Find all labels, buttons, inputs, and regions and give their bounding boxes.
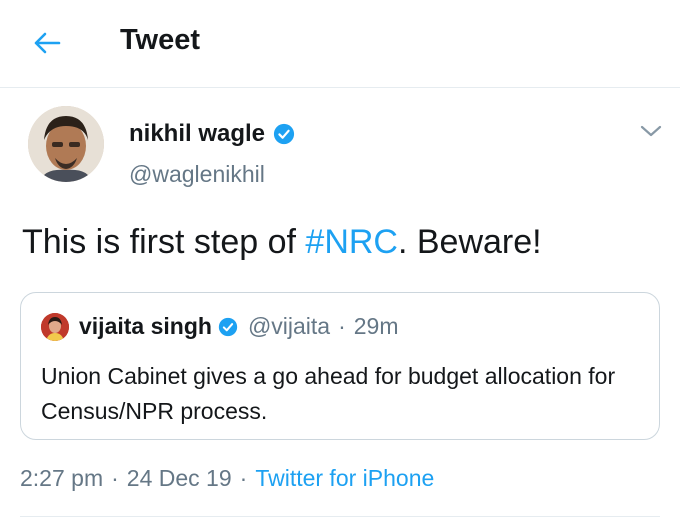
top-bar: Tweet bbox=[0, 0, 680, 88]
source-link[interactable]: Twitter for iPhone bbox=[255, 465, 434, 491]
verified-badge-icon bbox=[273, 123, 295, 145]
quoted-handle: @vijaita bbox=[247, 313, 331, 339]
tweet-text-start: This is first step of bbox=[22, 223, 306, 261]
tweet-meta: 2:27 pm · 24 Dec 19 · Twitter for iPhone bbox=[20, 465, 434, 492]
back-button[interactable] bbox=[30, 26, 64, 60]
quoted-tweet[interactable]: vijaita singh @vijaita · 29m Union Cabin… bbox=[20, 292, 660, 440]
tweet-text: This is first step of #NRC. Beware! bbox=[22, 223, 542, 262]
author-handle[interactable]: @waglenikhil bbox=[129, 161, 265, 188]
separator-dot: · bbox=[338, 313, 346, 339]
page-title: Tweet bbox=[120, 24, 201, 56]
separator-dot: · bbox=[111, 465, 119, 491]
tweet-author: nikhil wagle @waglenikhil bbox=[0, 88, 680, 208]
author-display-name[interactable]: nikhil wagle bbox=[129, 120, 265, 148]
avatar[interactable] bbox=[28, 106, 104, 182]
verified-badge-icon bbox=[218, 317, 238, 336]
separator-dot: · bbox=[239, 465, 248, 491]
quoted-text: Union Cabinet gives a go ahead for budge… bbox=[41, 363, 616, 424]
quoted-avatar bbox=[41, 313, 69, 341]
quoted-timestamp: 29m bbox=[353, 313, 399, 339]
divider bbox=[20, 516, 660, 517]
hashtag-link[interactable]: #NRC bbox=[305, 223, 398, 261]
quoted-display-name: vijaita singh bbox=[79, 313, 212, 339]
tweet-date: 24 Dec 19 bbox=[126, 465, 232, 491]
arrow-left-icon bbox=[34, 32, 61, 54]
tweet-text-end: . Beware! bbox=[397, 223, 542, 261]
author-name-row: nikhil wagle bbox=[129, 120, 295, 148]
chevron-down-icon[interactable] bbox=[638, 121, 664, 141]
tweet-time: 2:27 pm bbox=[20, 465, 104, 491]
quoted-header: vijaita singh @vijaita · 29m bbox=[79, 313, 399, 340]
